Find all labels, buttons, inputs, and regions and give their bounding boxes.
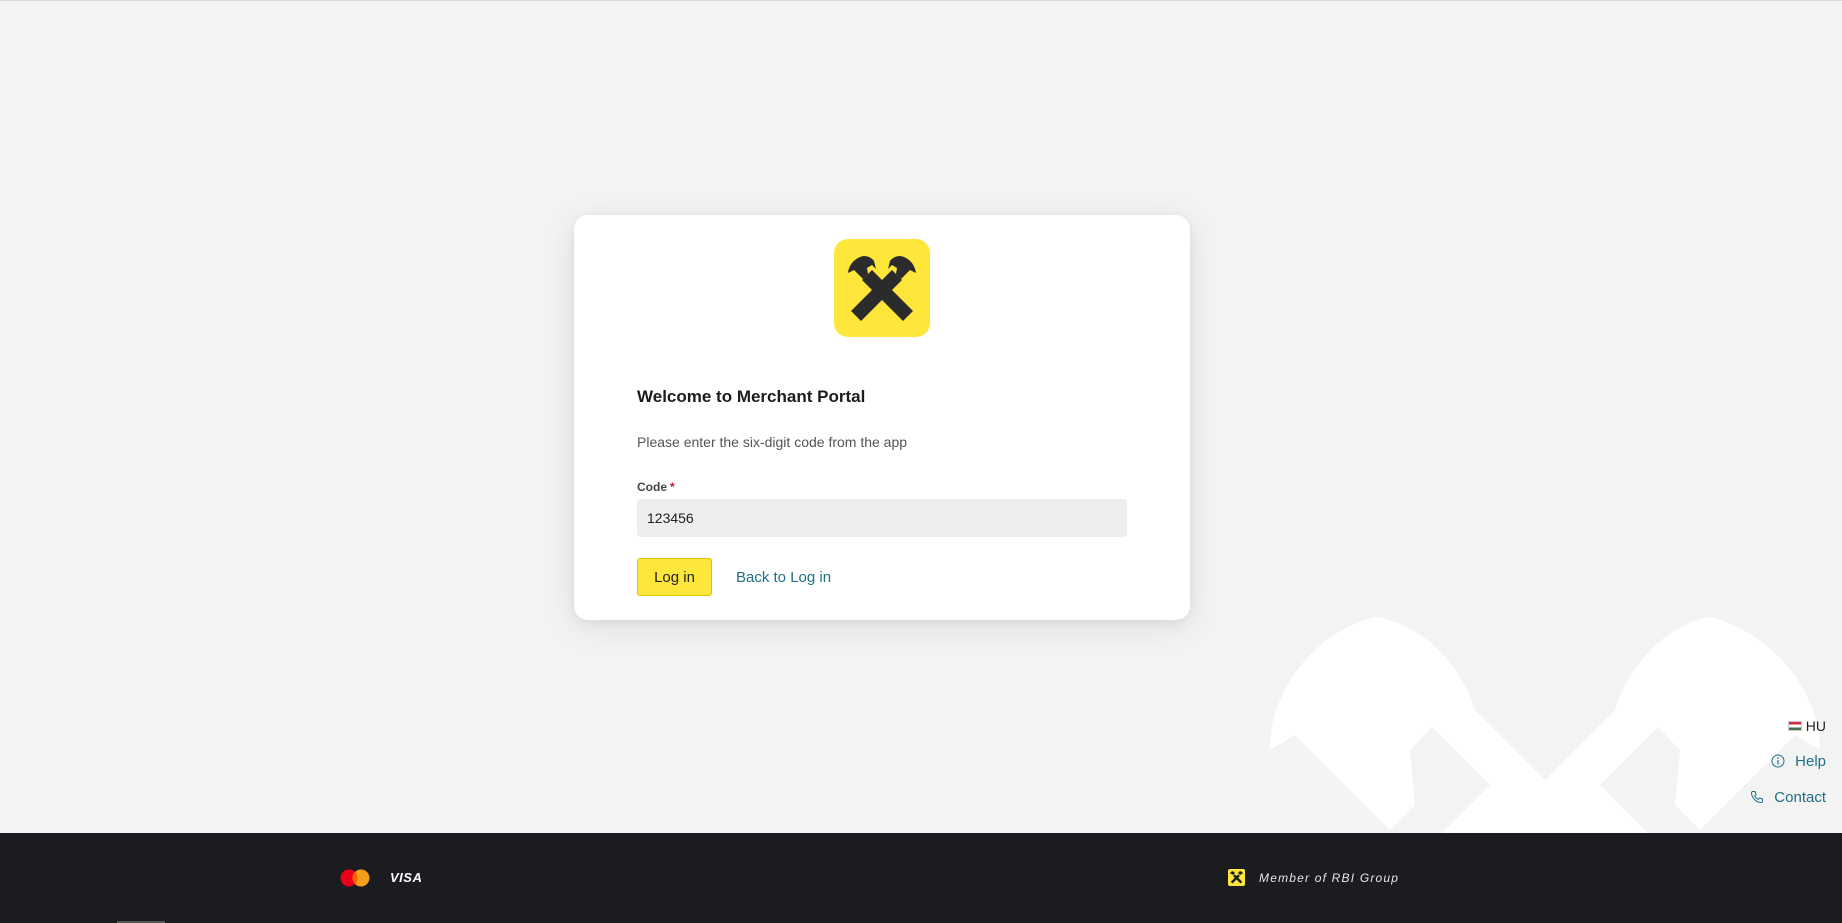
top-divider xyxy=(0,0,1842,1)
raiffeisen-small-icon xyxy=(1228,869,1245,886)
mastercard-icon xyxy=(340,869,370,887)
help-link[interactable]: Help xyxy=(1750,751,1826,771)
phone-icon xyxy=(1750,790,1764,804)
hungarian-flag-icon xyxy=(1787,721,1802,731)
info-icon xyxy=(1771,754,1785,768)
member-of-rbi-text: Member of RBI Group xyxy=(1259,871,1400,885)
page: Welcome to Merchant Portal Please enter … xyxy=(0,0,1842,923)
code-label: Code * xyxy=(637,480,675,494)
footer: VISA Member of RBI Group xyxy=(0,833,1842,923)
raiffeisen-logo-icon xyxy=(834,239,930,337)
login-button[interactable]: Log in xyxy=(637,558,712,596)
visa-logo: VISA xyxy=(390,870,423,885)
contact-label: Contact xyxy=(1774,788,1826,806)
login-card: Welcome to Merchant Portal Please enter … xyxy=(574,215,1190,620)
instruction-text: Please enter the six-digit code from the… xyxy=(637,434,908,450)
contact-link[interactable]: Contact xyxy=(1750,787,1826,807)
help-label: Help xyxy=(1795,752,1826,770)
required-marker: * xyxy=(670,480,675,494)
code-label-text: Code xyxy=(637,480,667,494)
language-label: HU xyxy=(1805,718,1826,734)
page-title: Welcome to Merchant Portal xyxy=(637,387,866,406)
back-to-login-link[interactable]: Back to Log in xyxy=(736,569,831,586)
side-links: HU Help Contact xyxy=(1750,716,1826,823)
language-switcher[interactable]: HU xyxy=(1750,716,1826,736)
code-input[interactable] xyxy=(637,499,1127,537)
